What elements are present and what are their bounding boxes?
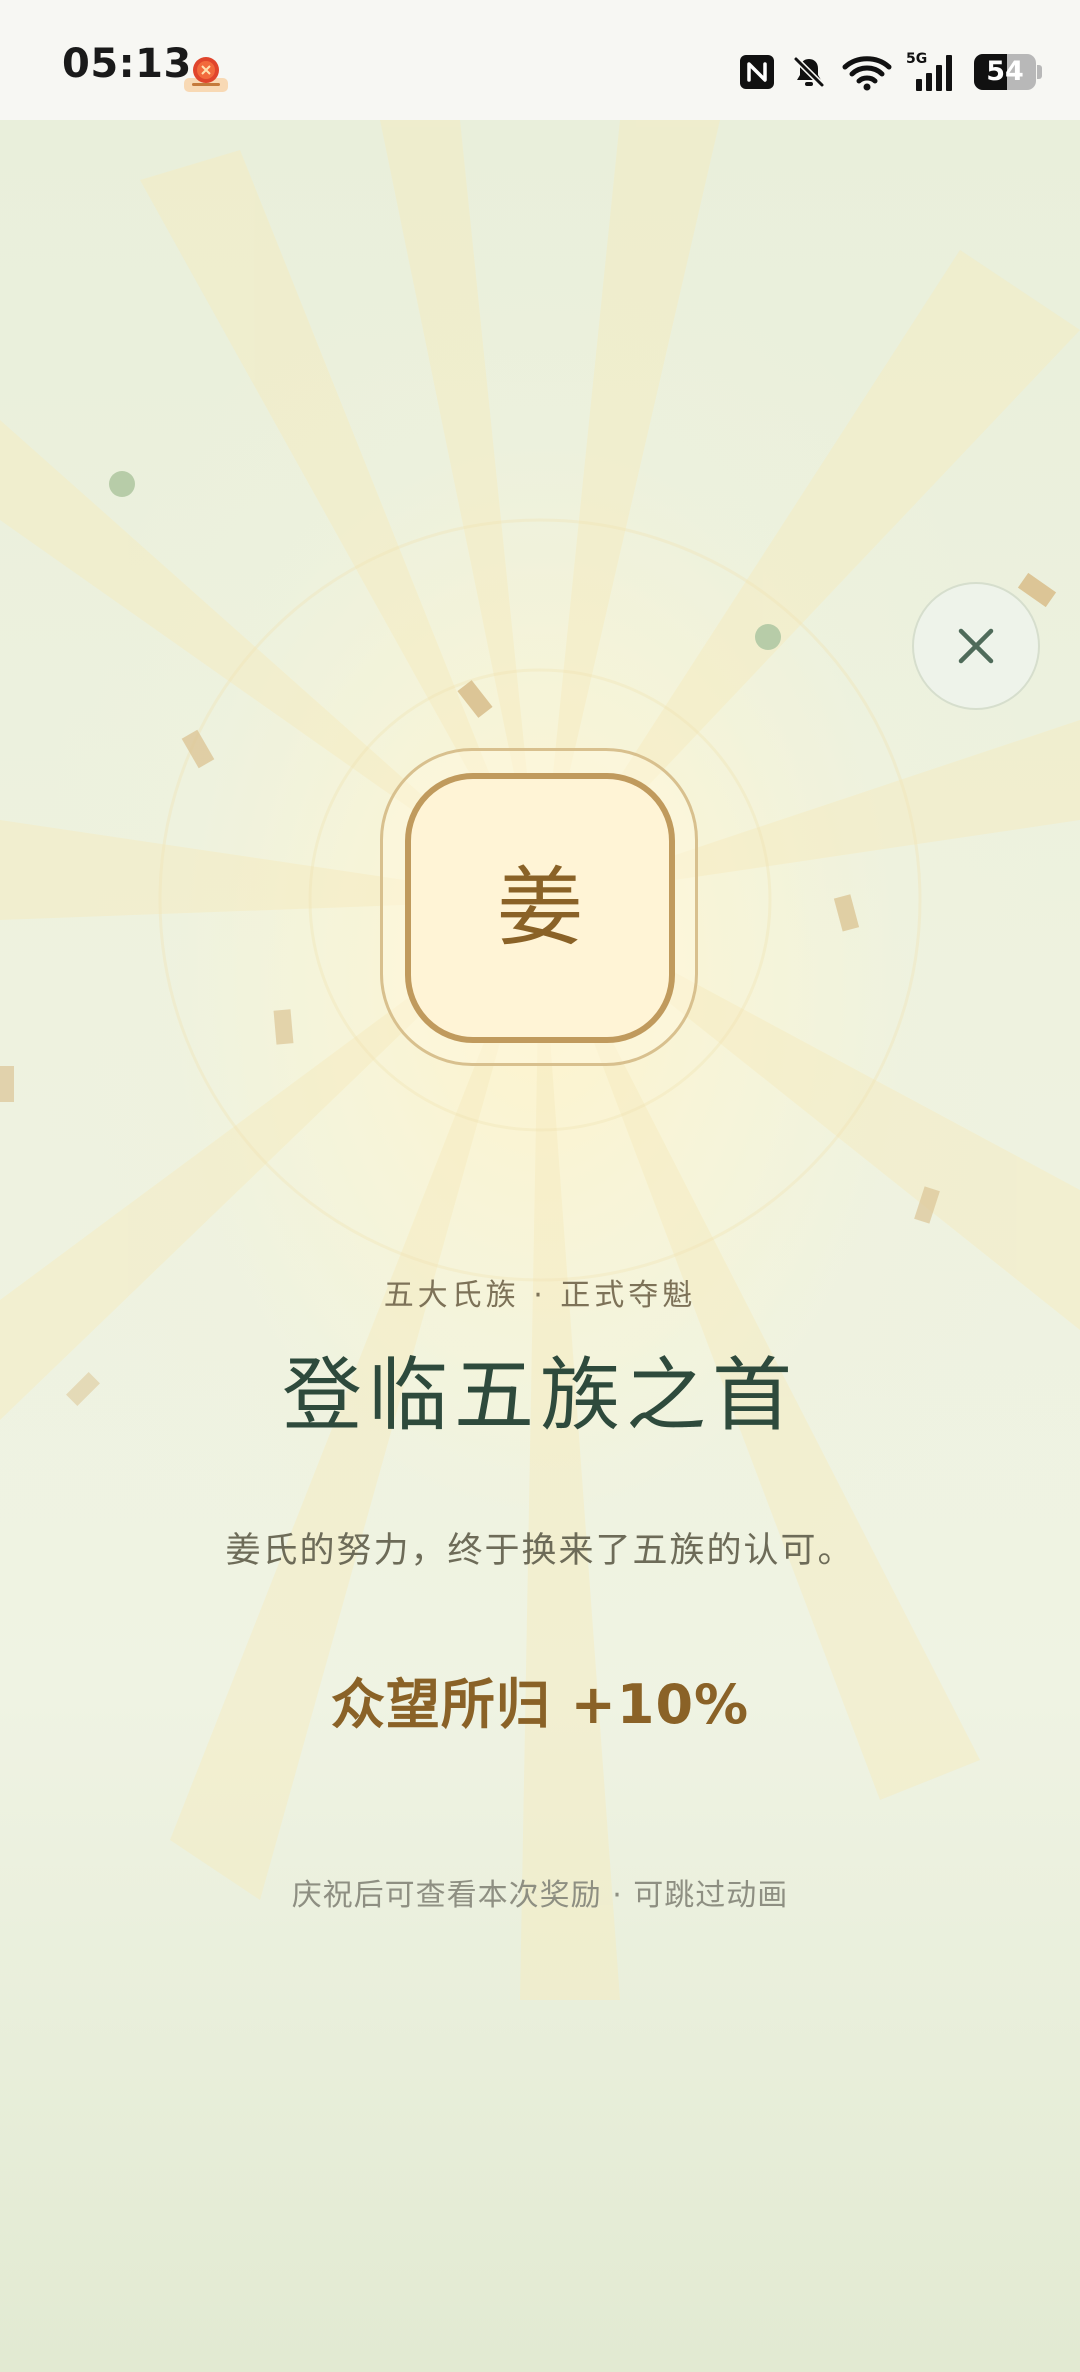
skip-hint[interactable]: 庆祝后可查看本次奖励 · 可跳过动画 <box>0 1870 1080 1914</box>
battery-icon: 54 <box>974 54 1042 90</box>
battery-level: 54 <box>986 56 1024 87</box>
status-icons: 5G 54 <box>738 48 1042 96</box>
wifi-icon <box>842 56 892 91</box>
celebration-headline: 登临五族之首 <box>282 1349 798 1442</box>
close-icon <box>958 628 994 664</box>
clan-emblem: 姜 <box>405 773 675 1043</box>
nfc-icon <box>740 55 774 89</box>
close-button[interactable] <box>912 582 1040 710</box>
status-time: 05:13 <box>62 41 192 87</box>
status-bar: 05:13 5G 54 <box>0 0 1080 120</box>
celebration-screen: 姜 五大氏族 · 正式夺魁 登临五族之首 姜氏的努力，终于换来了五族的认可。 众… <box>0 120 1080 2372</box>
network-label: 5G <box>906 51 927 67</box>
bell-muted-icon <box>793 56 825 88</box>
celebration-description: 姜氏的努力，终于换来了五族的认可。 <box>225 1531 855 1571</box>
signal-5g-icon: 5G <box>906 51 952 91</box>
sunburst-background <box>0 120 1080 2000</box>
celebration-kicker: 五大氏族 · 正式夺魁 <box>383 1278 697 1313</box>
bonus-text: 众望所归 +10% <box>330 1673 750 1736</box>
app-notification-icon <box>184 57 228 92</box>
